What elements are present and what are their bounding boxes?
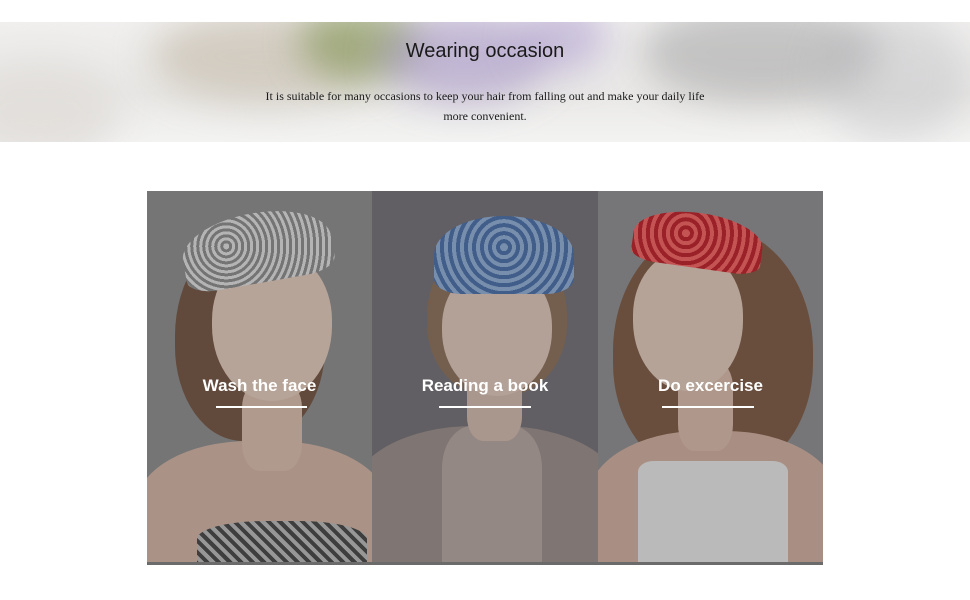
- occasion-card-do-exercise[interactable]: Do excercise: [598, 191, 823, 562]
- occasion-gallery: Wash the face Reading a book Do excercis…: [147, 191, 823, 565]
- section-description: It is suitable for many occasions to kee…: [265, 89, 705, 123]
- occasion-label: Do excercise: [658, 376, 763, 395]
- occasion-card-wash-face[interactable]: Wash the face: [147, 191, 372, 562]
- occasion-label: Wash the face: [202, 376, 317, 395]
- label-underline: [216, 406, 307, 408]
- section-title: Wearing occasion: [405, 40, 565, 62]
- occasion-label: Reading a book: [421, 376, 549, 395]
- label-underline: [662, 406, 754, 408]
- label-underline: [439, 406, 531, 408]
- occasion-card-reading-book[interactable]: Reading a book: [372, 191, 598, 562]
- hero-banner: Wearing occasion It is suitable for many…: [0, 22, 970, 142]
- page: Wearing occasion It is suitable for many…: [0, 0, 970, 600]
- banner-blur: [0, 62, 120, 142]
